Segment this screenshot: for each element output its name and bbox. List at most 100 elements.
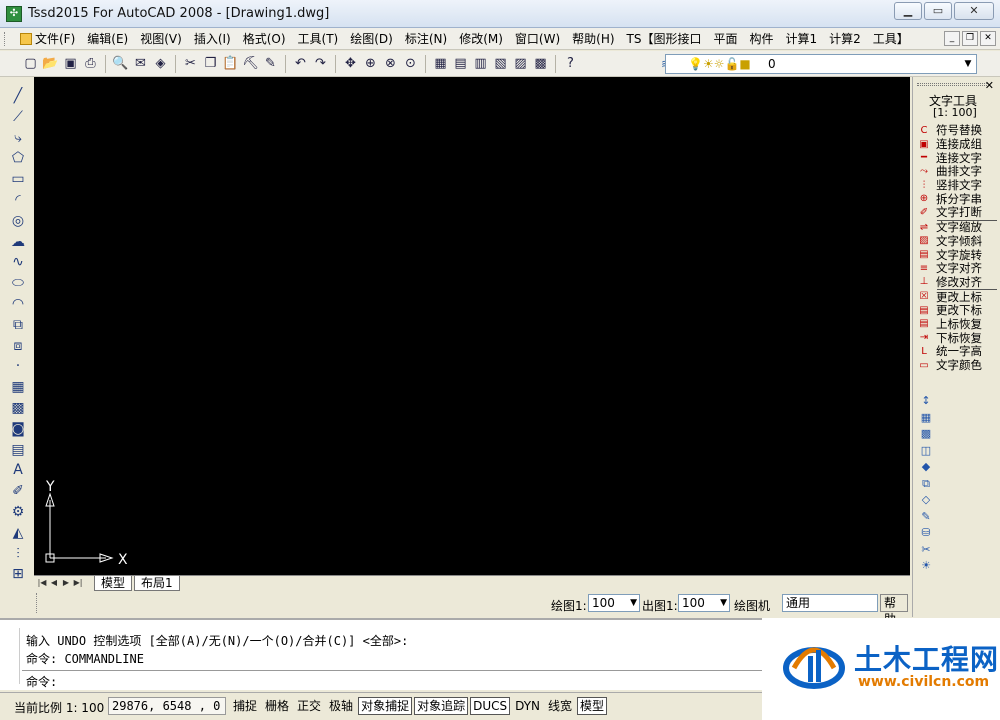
circle-icon[interactable]: ◎	[8, 211, 28, 232]
tab-layout1[interactable]: 布局1	[134, 576, 180, 591]
cut-icon[interactable]: ✂	[182, 55, 199, 72]
paste-icon[interactable]: 📋	[222, 55, 239, 72]
menu-item-15[interactable]: 计算2	[823, 31, 867, 47]
doc-close-button[interactable]: ✕	[980, 31, 996, 46]
prev-tab-icon[interactable]: ◀	[49, 577, 59, 588]
menu-item-4[interactable]: 格式(O)	[237, 31, 292, 47]
menu-item-13[interactable]: 构件	[744, 31, 780, 47]
command-grip[interactable]	[8, 628, 20, 684]
menu-item-1[interactable]: 编辑(E)	[81, 31, 134, 47]
3d-icon[interactable]: ◈	[152, 55, 169, 72]
hatch-icon[interactable]: ▦	[8, 377, 28, 398]
text-tool-item[interactable]: ▤ 更改下标	[917, 304, 999, 318]
status-toggle[interactable]: 栅格	[262, 697, 292, 715]
menu-item-14[interactable]: 计算1	[780, 31, 824, 47]
text-icon[interactable]: A	[8, 460, 28, 481]
table-icon[interactable]: ▤	[8, 440, 28, 461]
text-tool-item[interactable]: C 符号替换	[917, 124, 999, 138]
text-tool-item[interactable]: ⊥ 修改对齐	[917, 275, 999, 290]
ellipse-arc-icon[interactable]: ◠	[8, 294, 28, 315]
menu-item-5[interactable]: 工具(T)	[292, 31, 345, 47]
status-toggle[interactable]: DUCS	[470, 697, 511, 715]
extra-tool-icon[interactable]: ⛁	[917, 525, 935, 542]
extra-tool-icon[interactable]: ✂	[917, 542, 935, 559]
rectangle-icon[interactable]: ▭	[8, 169, 28, 190]
zoom-realtime-icon[interactable]: ⊕	[362, 55, 379, 72]
polygon-icon[interactable]: ⬠	[8, 148, 28, 169]
region-icon[interactable]: ◙	[8, 419, 28, 440]
preview-icon[interactable]: 🔍	[112, 55, 129, 72]
text-tool-item[interactable]: ⇥ 下标恢复	[917, 331, 999, 345]
markup-icon[interactable]: ▨	[512, 55, 529, 72]
zoom-previous-icon[interactable]: ⊙	[402, 55, 419, 72]
draw-scale-select[interactable]: 100 ▼	[588, 594, 640, 612]
command-prompt[interactable]: 命令:	[26, 673, 57, 690]
extra-tool-icon[interactable]: ◇	[917, 492, 935, 509]
extra-tool-icon[interactable]: ↕	[917, 393, 935, 410]
brush-icon[interactable]: ✎	[262, 55, 279, 72]
pan-icon[interactable]: ✥	[342, 55, 359, 72]
minimize-button[interactable]: ▁	[894, 2, 922, 20]
save-icon[interactable]: ▣	[62, 55, 79, 72]
menu-item-2[interactable]: 视图(V)	[134, 31, 188, 47]
status-toggle[interactable]: DYN	[512, 697, 543, 715]
text-tool-item[interactable]: ✐ 文字打断	[917, 206, 999, 220]
wipeout-icon[interactable]: ⚙	[8, 502, 28, 523]
menu-item-10[interactable]: 帮助(H)	[566, 31, 620, 47]
next-tab-icon[interactable]: ▶	[61, 577, 71, 588]
doc-restore-button[interactable]: ❐	[962, 31, 978, 46]
layer-combo[interactable]: 💡☀☼🔓■ 0 ▼	[665, 54, 977, 74]
plotter-select[interactable]: 通用	[782, 594, 878, 612]
spline-icon[interactable]: ∿	[8, 252, 28, 273]
pen-icon[interactable]: ✐	[8, 481, 28, 502]
menu-item-12[interactable]: 平面	[707, 31, 743, 47]
maximize-button[interactable]: ▭	[924, 2, 952, 20]
extra-tool-icon[interactable]: ▦	[917, 410, 935, 427]
text-tool-item[interactable]: ☒ 更改上标	[917, 290, 999, 304]
output-scale-select[interactable]: 100 ▼	[678, 594, 730, 612]
drawing-canvas[interactable]	[34, 77, 910, 575]
zoom-window-icon[interactable]: ⊗	[382, 55, 399, 72]
matchprop-icon[interactable]: ⛏	[242, 55, 259, 72]
status-toggle[interactable]: 模型	[577, 697, 608, 715]
status-toggle[interactable]: 正交	[294, 697, 324, 715]
make-block-icon[interactable]: ⧈	[8, 336, 28, 357]
point-icon[interactable]: ·	[8, 356, 28, 377]
redo-icon[interactable]: ↷	[312, 55, 329, 72]
print-icon[interactable]: ⎙	[82, 55, 99, 72]
publish-icon[interactable]: ✉	[132, 55, 149, 72]
panel-grip[interactable]	[917, 83, 987, 86]
tab-model[interactable]: 模型	[94, 576, 133, 591]
text-tool-item[interactable]: ━ 连接文字	[917, 151, 999, 165]
menu-item-6[interactable]: 绘图(D)	[344, 31, 399, 47]
text-tool-item[interactable]: ⫶ 竖排文字	[917, 179, 999, 193]
designcenter-icon[interactable]: ▤	[452, 55, 469, 72]
text-tool-item[interactable]: ⇌ 文字缩放	[917, 221, 999, 235]
app-icon[interactable]: ✣	[6, 6, 22, 22]
text-tool-item[interactable]: L 统一字高	[917, 345, 999, 359]
menu-item-7[interactable]: 标注(N)	[399, 31, 453, 47]
close-icon[interactable]: ✕	[985, 79, 994, 92]
sheetset-icon[interactable]: ▧	[492, 55, 509, 72]
text-tool-item[interactable]: ▤ 文字旋转	[917, 248, 999, 262]
status-toggle[interactable]: 极轴	[326, 697, 356, 715]
undo-icon[interactable]: ↶	[292, 55, 309, 72]
help-icon[interactable]: ?	[562, 55, 579, 72]
arc-icon[interactable]: ◜	[8, 190, 28, 211]
gradient-icon[interactable]: ▩	[8, 398, 28, 419]
menu-item-11[interactable]: TS【图形接口	[621, 31, 708, 47]
mirror-icon[interactable]: ◭	[8, 523, 28, 544]
copy-icon[interactable]: ❐	[202, 55, 219, 72]
close-button[interactable]: ✕	[954, 2, 994, 20]
offset-icon[interactable]: ⫶	[8, 544, 28, 565]
menu-item-16[interactable]: 工具】	[867, 31, 915, 47]
first-tab-icon[interactable]: |◀	[37, 577, 47, 588]
menu-item-3[interactable]: 插入(I)	[188, 31, 237, 47]
array-icon[interactable]: ⊞	[8, 564, 28, 585]
new-icon[interactable]: ▢	[22, 55, 39, 72]
revcloud-icon[interactable]: ☁	[8, 232, 28, 253]
polyline-icon[interactable]: ⤷	[8, 128, 28, 149]
xline-icon[interactable]: ⟋	[8, 107, 28, 128]
help-button[interactable]: 帮助	[880, 594, 908, 626]
line-icon[interactable]: ╱	[8, 86, 28, 107]
